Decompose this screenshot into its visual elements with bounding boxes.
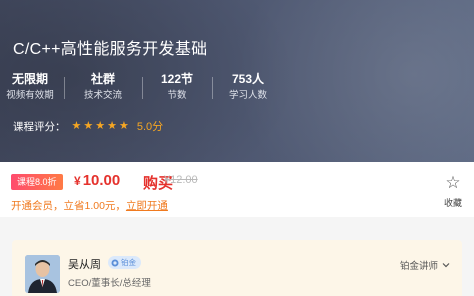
- favorite-button[interactable]: ☆ 收藏: [440, 174, 466, 209]
- teacher-name: 吴从周: [68, 259, 101, 271]
- stat-value: 753人: [231, 72, 265, 86]
- teacher-role: CEO/董事长/总经理: [68, 278, 151, 289]
- current-price: ¥10.00: [74, 172, 120, 189]
- teacher-level: 铂金讲师: [400, 258, 450, 272]
- stat-value: 社群: [90, 72, 115, 86]
- stat-label: 视频有效期: [6, 90, 54, 101]
- stat-label: 学习人数: [228, 90, 267, 101]
- price-panel: 课程8.0折 ¥10.00 购买 ¥12.00 开通会员，立省1.00元，立即开…: [0, 162, 474, 217]
- stat-community: 社群 技术交流: [64, 71, 142, 102]
- chevron-down-icon: [442, 263, 450, 268]
- rating-label: 课程评分：: [13, 120, 66, 133]
- discount-badge: 课程8.0折: [11, 174, 63, 190]
- stat-lessons: 122节 节数: [142, 71, 212, 102]
- open-membership-link[interactable]: 立即开通: [126, 200, 168, 212]
- star-icon: ★: [83, 119, 94, 132]
- stat-learners: 753人 学习人数: [212, 71, 284, 102]
- teacher-level-label: 铂金讲师: [399, 261, 438, 272]
- stat-label: 节数: [167, 90, 187, 101]
- star-icon: ★: [95, 119, 106, 132]
- course-hero: C/C++高性能服务开发基础 无限期 视频有效期 社群 技术交流 122节 节数…: [0, 0, 474, 162]
- teacher-photo-icon: [25, 255, 60, 293]
- star-icon: ★: [119, 119, 129, 132]
- teacher-badge: 铂金: [108, 256, 141, 269]
- price-amount: 10.00: [82, 172, 121, 189]
- course-title: C/C++高性能服务开发基础: [13, 41, 208, 58]
- star-icon: ★: [107, 119, 117, 132]
- rating-value: 5.0分: [136, 121, 164, 133]
- star-outline-icon: ☆: [445, 173, 461, 192]
- stat-validity: 无限期 视频有效期: [0, 71, 64, 102]
- member-offer-text: 开通会员，立省1.00元，: [11, 200, 126, 212]
- stat-value: 无限期: [11, 72, 48, 86]
- teacher-badge-label: 铂金: [121, 258, 136, 267]
- rating-stars: ★ ★ ★ ★ ★: [71, 119, 129, 132]
- teacher-card[interactable]: 吴从周 铂金 CEO/董事长/总经理 铂金讲师: [12, 240, 462, 296]
- favorite-label: 收藏: [443, 198, 462, 208]
- course-rating: 课程评分： ★ ★ ★ ★ ★ 5.0分: [13, 118, 163, 134]
- original-price: ¥12.00: [164, 174, 198, 186]
- course-stats: 无限期 视频有效期 社群 技术交流 122节 节数 753人 学习人数: [0, 71, 284, 102]
- currency-symbol: ¥: [74, 174, 81, 188]
- stat-label: 技术交流: [83, 90, 122, 101]
- member-offer: 开通会员，立省1.00元，立即开通: [11, 198, 168, 213]
- medal-icon: [111, 259, 119, 266]
- star-icon: ★: [71, 119, 82, 132]
- avatar: [25, 255, 60, 293]
- stat-value: 122节: [160, 72, 194, 86]
